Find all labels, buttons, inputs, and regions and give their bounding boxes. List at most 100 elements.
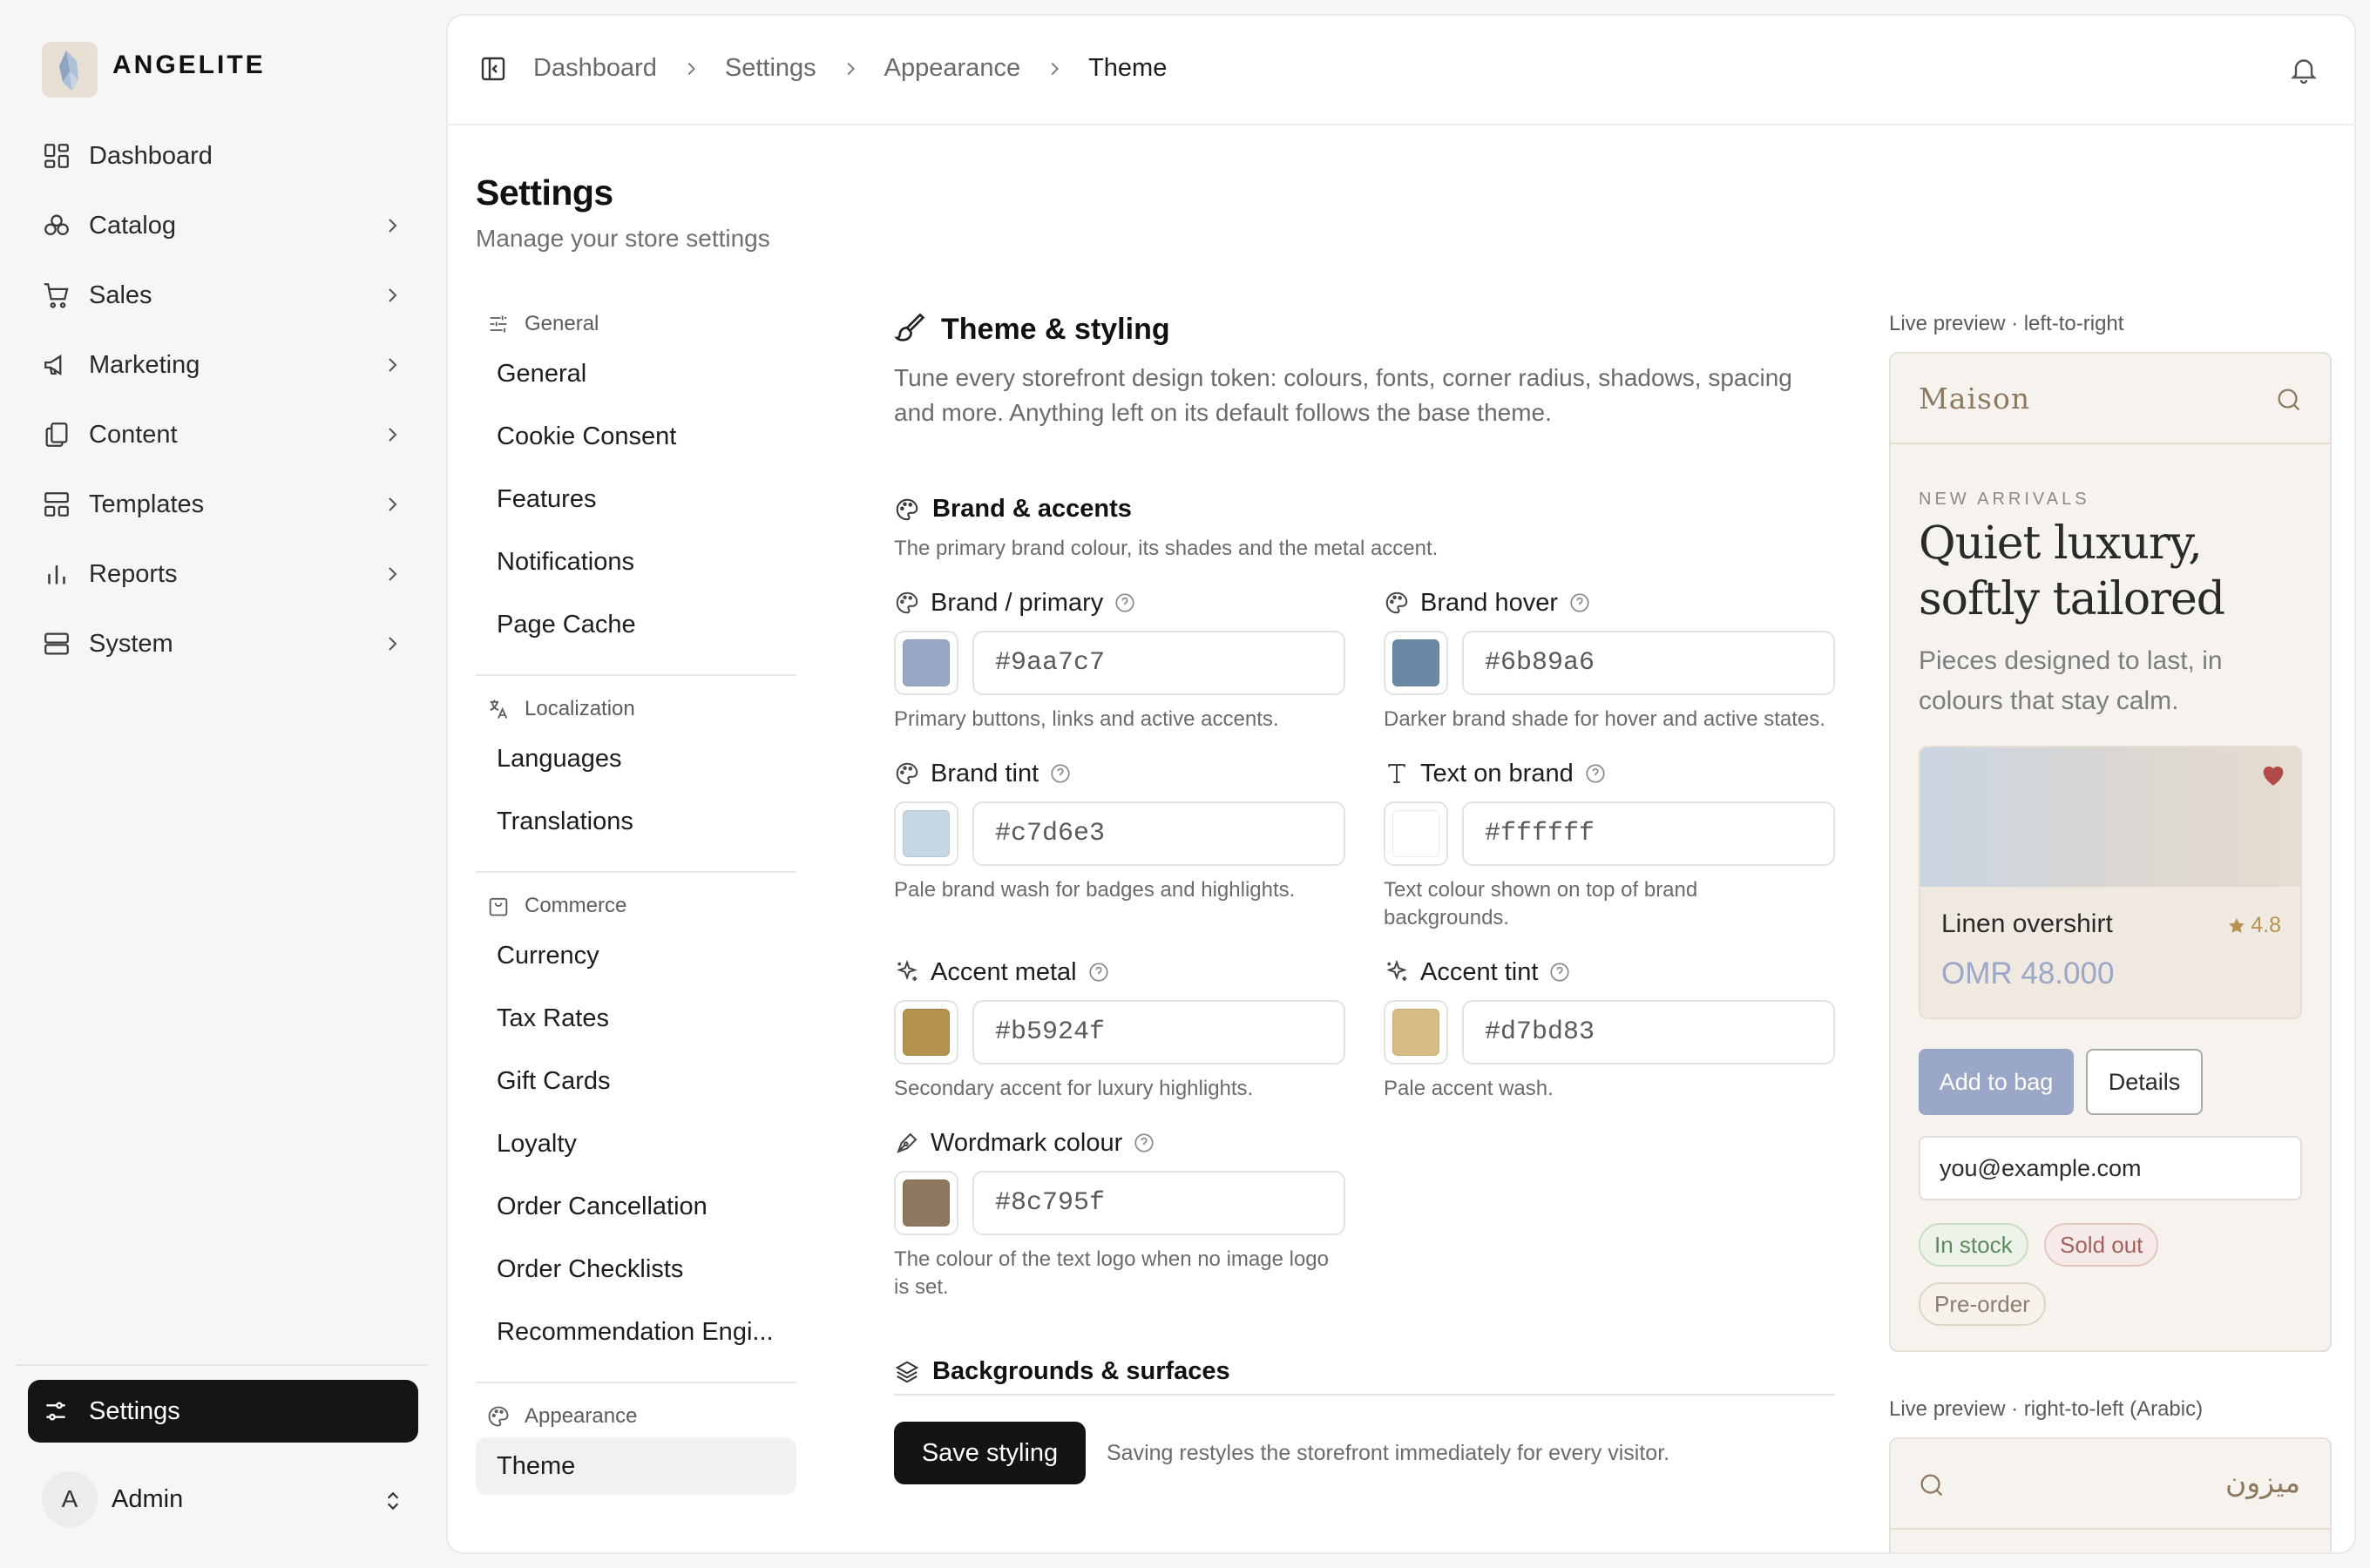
color-picker-button[interactable] — [1384, 801, 1448, 866]
settings-nav-languages[interactable]: Languages — [476, 730, 796, 787]
badge-sold-out: Sold out — [2044, 1223, 2159, 1267]
color-picker-button[interactable] — [894, 1000, 958, 1064]
hex-input[interactable]: #d7bd83 — [1462, 1000, 1835, 1064]
field-help: Pale brand wash for badges and highlight… — [894, 878, 1296, 902]
sidebar-toggle-icon[interactable] — [479, 55, 507, 83]
chevron-right-icon — [1051, 62, 1060, 75]
color-picker-button[interactable] — [894, 631, 958, 695]
settings-nav-notifications[interactable]: Notifications — [476, 533, 796, 591]
details-button[interactable]: Details — [2086, 1049, 2203, 1115]
heart-icon[interactable] — [2258, 760, 2288, 789]
breadcrumb-dashboard[interactable]: Dashboard — [533, 54, 657, 83]
field-label-text: Brand tint — [931, 759, 1039, 787]
settings-nav-translations[interactable]: Translations — [476, 793, 796, 850]
preview-ltr-card: Maison NEW ARRIVALS Quiet luxury, softly… — [1889, 352, 2332, 1352]
settings-nav-general[interactable]: General — [476, 345, 796, 402]
hex-input[interactable]: #ffffff — [1462, 801, 1835, 866]
top-bar: Dashboard Settings Appearance Theme — [448, 16, 2354, 125]
sidebar-item-settings[interactable]: Settings — [28, 1380, 418, 1443]
layers-icon — [895, 1361, 919, 1382]
settings-group-general: General — [486, 312, 599, 336]
help-icon[interactable] — [1133, 1132, 1155, 1154]
bell-icon[interactable] — [2288, 54, 2319, 85]
color-swatch — [1392, 810, 1439, 857]
hex-input[interactable]: #c7d6e3 — [972, 801, 1345, 866]
email-input[interactable]: you@example.com — [1919, 1136, 2302, 1200]
color-picker-button[interactable] — [1384, 631, 1448, 695]
field-label-text: Accent tint — [1420, 957, 1539, 986]
help-icon[interactable] — [1087, 961, 1110, 983]
settings-nav-loyalty[interactable]: Loyalty — [476, 1115, 796, 1173]
type-icon — [1388, 764, 1405, 783]
sidebar-item-templates[interactable]: Templates — [28, 474, 418, 535]
field-brand-tint: Brand tint #c7d6e3 Pale brand wash for b… — [894, 756, 1364, 904]
settings-nav-page-cache[interactable]: Page Cache — [476, 596, 796, 653]
megaphone-icon — [44, 355, 62, 375]
field-accent-tint: Accent tint #d7bd83 Pale accent wash. — [1384, 955, 1854, 1103]
sidebar-item-sales[interactable]: Sales — [28, 265, 418, 326]
cart-icon — [44, 283, 69, 308]
hex-input[interactable]: #b5924f — [972, 1000, 1345, 1064]
color-picker-button[interactable] — [894, 801, 958, 866]
save-styling-button[interactable]: Save styling — [894, 1422, 1086, 1484]
sidebar-item-system[interactable]: System — [28, 613, 418, 674]
settings-nav-gift-cards[interactable]: Gift Cards — [476, 1052, 796, 1110]
add-to-bag-button[interactable]: Add to bag — [1919, 1049, 2074, 1115]
help-icon[interactable] — [1114, 591, 1136, 614]
settings-nav-features[interactable]: Features — [476, 470, 796, 528]
field-text-on-brand: Text on brand #ffffff Text colour shown … — [1384, 756, 1854, 932]
sidebar-item-dashboard[interactable]: Dashboard — [28, 125, 418, 186]
sidebar-item-content[interactable]: Content — [28, 404, 418, 465]
settings-nav-order-cancellation[interactable]: Order Cancellation — [476, 1178, 796, 1235]
hex-input[interactable]: #8c795f — [972, 1171, 1345, 1235]
settings-group-commerce: Commerce — [486, 894, 626, 918]
settings-nav-recommendation-engine[interactable]: Recommendation Engi... — [476, 1303, 796, 1361]
preview-header: Maison — [1891, 354, 2330, 444]
sidebar-item-catalog[interactable]: Catalog — [28, 195, 418, 256]
section-divider — [894, 1394, 1835, 1396]
preview-product-card[interactable]: Linen overshirt 4.8 OMR 48.000 — [1919, 746, 2302, 1019]
sidebar-item-reports[interactable]: Reports — [28, 544, 418, 605]
field-help: Darker brand shade for hover and active … — [1384, 707, 1825, 731]
field-brand-primary: Brand / primary #9aa7c7 Primary buttons,… — [894, 585, 1364, 733]
sidebar-item-label: Marketing — [89, 350, 200, 379]
sidebar-item-marketing[interactable]: Marketing — [28, 335, 418, 395]
color-picker-button[interactable] — [1384, 1000, 1448, 1064]
breadcrumb-settings[interactable]: Settings — [725, 54, 816, 83]
preview-rtl-label: Live preview · right-to-left (Arabic) — [1889, 1397, 2204, 1421]
help-icon[interactable] — [1584, 762, 1607, 785]
brand-logo — [42, 42, 98, 98]
theme-section-title: Theme & styling — [894, 312, 1170, 347]
settings-nav-currency[interactable]: Currency — [476, 927, 796, 984]
settings-nav-theme[interactable]: Theme — [476, 1437, 796, 1495]
settings-nav-tax-rates[interactable]: Tax Rates — [476, 990, 796, 1047]
help-icon[interactable] — [1049, 762, 1072, 785]
brand-section-description: The primary brand colour, its shades and… — [894, 537, 1439, 560]
translate-icon — [490, 700, 508, 719]
breadcrumb-appearance[interactable]: Appearance — [884, 54, 1020, 83]
product-name: Linen overshirt — [1941, 909, 2113, 938]
hex-input[interactable]: #6b89a6 — [1462, 631, 1835, 695]
color-swatch — [903, 1179, 950, 1227]
field-help: The colour of the text logo when no imag… — [894, 1247, 1329, 1299]
sidebar-item-label: Templates — [89, 490, 205, 518]
brand-section-title-text: Brand & accents — [932, 495, 1132, 523]
badge-pre-order: Pre-order — [1919, 1282, 2046, 1326]
hex-input[interactable]: #9aa7c7 — [972, 631, 1345, 695]
preview-rtl-card: ميزون — [1889, 1437, 2332, 1552]
user-menu[interactable]: A Admin — [42, 1470, 416, 1528]
search-icon[interactable] — [2274, 385, 2304, 415]
search-icon[interactable] — [1917, 1470, 1947, 1500]
color-picker-button[interactable] — [894, 1171, 958, 1235]
help-icon[interactable] — [1548, 961, 1571, 983]
user-name: Admin — [112, 1484, 184, 1513]
help-icon[interactable] — [1568, 591, 1591, 614]
preview-text: Pieces designed to last, in colours that… — [1919, 646, 2223, 715]
color-swatch — [903, 639, 950, 686]
color-swatch — [903, 810, 950, 857]
star-icon — [2229, 917, 2245, 933]
sidebar-item-label: Catalog — [89, 211, 176, 240]
brand-name: ANGELITE — [112, 51, 266, 79]
settings-nav-cookie-consent[interactable]: Cookie Consent — [476, 408, 796, 465]
settings-nav-order-checklists[interactable]: Order Checklists — [476, 1240, 796, 1298]
